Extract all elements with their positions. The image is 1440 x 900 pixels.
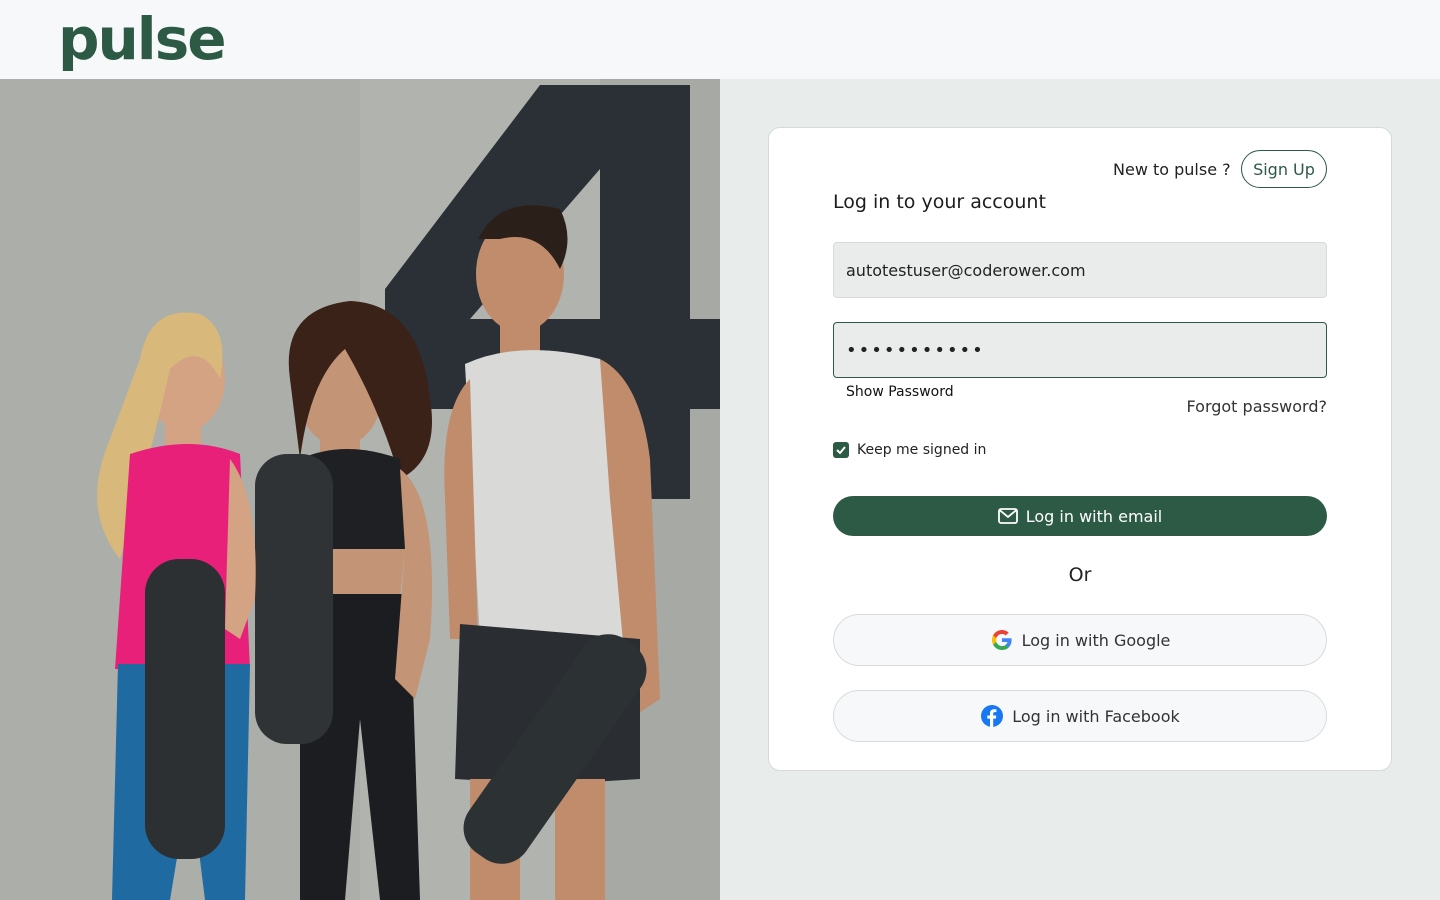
keep-signed-in-label: Keep me signed in <box>857 442 987 458</box>
login-with-facebook-button[interactable]: Log in with Facebook <box>833 690 1327 742</box>
email-field[interactable] <box>833 242 1327 298</box>
checkmark-icon <box>836 446 846 454</box>
pulse-logo[interactable]: pulse <box>58 4 227 74</box>
keep-signed-in-checkbox[interactable] <box>833 442 849 458</box>
google-icon <box>991 630 1012 650</box>
login-with-email-label: Log in with email <box>1025 506 1163 526</box>
login-title: Log in to your account <box>833 191 1046 213</box>
login-card: New to pulse ? Sign Up Log in to your ac… <box>768 127 1392 771</box>
envelope-icon <box>997 508 1018 524</box>
login-with-email-button[interactable]: Log in with email <box>833 496 1327 536</box>
new-user-prompt: New to pulse ? <box>1113 160 1231 179</box>
show-password-link[interactable]: Show Password <box>846 384 954 400</box>
sign-up-button[interactable]: Sign Up <box>1241 150 1327 188</box>
login-with-google-label: Log in with Google <box>1021 630 1171 650</box>
login-with-facebook-label: Log in with Facebook <box>1012 706 1180 726</box>
keep-signed-in-row[interactable]: Keep me signed in <box>833 442 986 458</box>
or-divider: Or <box>1068 564 1092 586</box>
facebook-icon <box>981 705 1004 727</box>
login-with-google-button[interactable]: Log in with Google <box>833 614 1327 666</box>
hero-image <box>0 79 720 900</box>
fitness-photo-illustration <box>0 79 720 900</box>
forgot-password-link[interactable]: Forgot password? <box>1187 397 1327 416</box>
password-field[interactable] <box>833 322 1327 378</box>
top-bar: pulse <box>0 0 1440 79</box>
